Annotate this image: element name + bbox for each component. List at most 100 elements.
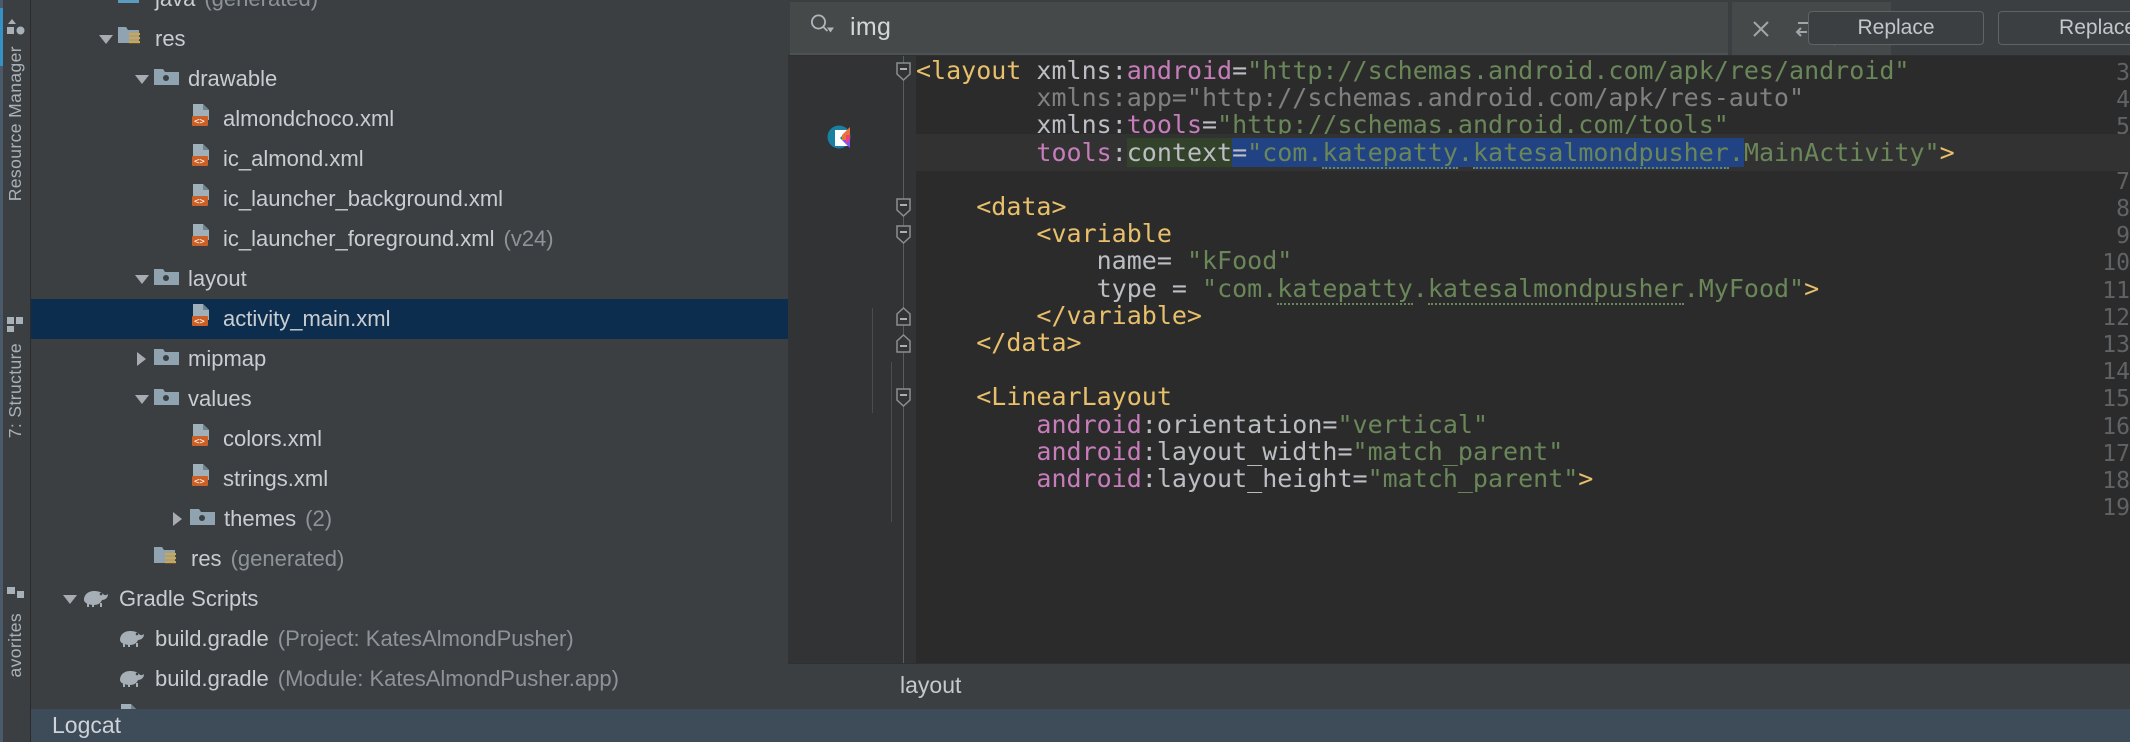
xml-file-icon: <> (189, 303, 215, 335)
line-number: 10 (2102, 250, 2130, 277)
fold-end-icon[interactable] (894, 333, 913, 355)
chevron-down-icon[interactable] (131, 268, 153, 290)
tree-row[interactable]: <> ic_launcher_background.xml (31, 179, 788, 219)
chevron-down-icon[interactable] (59, 588, 81, 610)
svg-text:<>: <> (194, 237, 205, 247)
folder-res-icon (153, 544, 183, 574)
tree-row[interactable]: res (generated) (31, 539, 788, 579)
tree-row[interactable]: Gradle Scripts (31, 579, 788, 619)
replace-button[interactable]: Replace (1808, 11, 1984, 45)
folder-icon (153, 265, 180, 293)
chevron-right-icon[interactable] (167, 508, 189, 530)
line-number: 12 (2102, 304, 2130, 331)
tree-row[interactable]: java (generated) (31, 0, 788, 19)
xml-file-icon: <> (189, 103, 215, 135)
tree-row-label: layout (188, 266, 247, 291)
tree-row-label: ic_almond.xml (223, 146, 364, 171)
code-line[interactable]: tools:context="com.katepatty.katesalmond… (916, 133, 2130, 171)
stripe-label-resource-manager: Resource Manager (5, 46, 25, 202)
tree-row[interactable]: <> strings.xml (31, 459, 788, 499)
replace-all-button[interactable]: Replace all (1998, 11, 2130, 45)
tree-row-label: res (191, 546, 222, 571)
search-input[interactable]: img (850, 13, 891, 42)
tree-row-label: mipmap (188, 346, 267, 371)
fold-collapse-icon[interactable] (894, 387, 913, 409)
gradle-icon (117, 624, 147, 654)
tree-row[interactable]: layout (31, 259, 788, 299)
tree-row[interactable]: <> ic_launcher_foreground.xml (v24) (31, 219, 788, 259)
tree-row[interactable]: mipmap (31, 339, 788, 379)
tree-row[interactable]: <> activity_main.xml (31, 299, 788, 339)
breadcrumb[interactable]: layout (788, 663, 2130, 706)
tree-row[interactable]: <> colors.xml (31, 419, 788, 459)
tree-row-suffix: (Project: KatesAlmondPusher) (277, 626, 574, 651)
tree-row-label: ic_launcher_foreground.xml (223, 226, 495, 251)
tree-row[interactable]: <> ic_almond.xml (31, 139, 788, 179)
project-tool-window[interactable]: java(generated)resdrawable<>almondchoco.… (31, 0, 788, 709)
find-replace-toolbar: img A A (788, 0, 2130, 56)
chevron-right-icon[interactable] (131, 348, 153, 370)
folder-icon (153, 385, 180, 413)
line-number: 15 (2102, 386, 2130, 413)
tree-row[interactable]: build.gradle (Module: KatesAlmondPusher.a… (31, 659, 788, 699)
tree-row-label: drawable (188, 66, 278, 91)
left-tool-window-stripe: Resource Manager 7: Structure avorites (0, 0, 31, 742)
svg-text:<>: <> (194, 317, 205, 327)
line-number: 16 (2102, 413, 2130, 440)
tree-row[interactable]: values (31, 379, 788, 419)
chevron-down-icon[interactable] (131, 388, 153, 410)
chevron-down-icon[interactable] (95, 28, 117, 50)
tree-row-suffix: (v24) (503, 226, 554, 251)
tree-row[interactable]: themes (2) (31, 499, 788, 539)
code-editor[interactable]: 345678910111213141516171819 <layout xmln… (788, 56, 2130, 663)
tree-row-suffix: (generated) (230, 546, 345, 571)
tree-row[interactable]: <> almondchoco.xml (31, 99, 788, 139)
android-studio-window: Resource Manager 7: Structure avorites r… (0, 0, 2130, 742)
tree-row[interactable]: drawable (31, 59, 788, 99)
tree-row-label: ic_launcher_background.xml (223, 186, 504, 211)
tree-row-label: strings.xml (223, 466, 329, 491)
tree-row-label: values (188, 386, 252, 411)
search-icon[interactable] (808, 12, 834, 43)
svg-text:<>: <> (194, 157, 205, 167)
tree-row[interactable]: build.gradle (Project: KatesAlmondPusher) (31, 619, 788, 659)
code-line[interactable]: </data> (916, 324, 1081, 361)
android-kotlin-file-icon (826, 124, 856, 159)
folder-res-icon (117, 24, 147, 54)
line-number: 11 (2102, 277, 2130, 304)
chevron-down-icon[interactable] (131, 68, 153, 90)
gradle-icon (117, 664, 147, 694)
search-field-container[interactable]: img (790, 2, 1728, 55)
folder-icon (189, 505, 216, 533)
resource-manager-icon (6, 18, 26, 41)
tree-row[interactable]: res (31, 19, 788, 59)
tree-row-label: build.gradle (155, 666, 269, 691)
close-icon[interactable] (1738, 2, 1784, 55)
indent-guide (891, 362, 892, 522)
xml-file-icon: <> (189, 223, 215, 255)
stripe-label-structure: 7: Structure (5, 343, 25, 439)
line-number: 9 (2116, 223, 2130, 250)
tree-row[interactable]: gradle-wrapper.properties(Gradle Version… (31, 699, 788, 709)
folder-icon (153, 65, 180, 93)
fold-end-icon[interactable] (894, 306, 913, 328)
line-number: 4 (2116, 87, 2130, 114)
tree-row-suffix: (2) (305, 506, 333, 531)
tree-row-label: build.gradle (155, 626, 269, 651)
stripe-button-favorites[interactable]: avorites (0, 585, 31, 677)
folder-java-generated-icon (117, 0, 147, 14)
breadcrumb-item-layout[interactable]: layout (900, 672, 961, 699)
code-line[interactable]: android:layout_height="match_parent"> (916, 460, 1593, 497)
fold-collapse-icon[interactable] (894, 224, 913, 246)
stripe-button-resource-manager[interactable]: Resource Manager (0, 18, 31, 201)
fold-collapse-icon[interactable] (894, 61, 913, 83)
logcat-tool-window-header[interactable]: Logcat (31, 709, 2130, 742)
line-number: 18 (2102, 468, 2130, 494)
stripe-button-structure[interactable]: 7: Structure (0, 315, 31, 438)
fold-collapse-icon[interactable] (894, 197, 913, 219)
